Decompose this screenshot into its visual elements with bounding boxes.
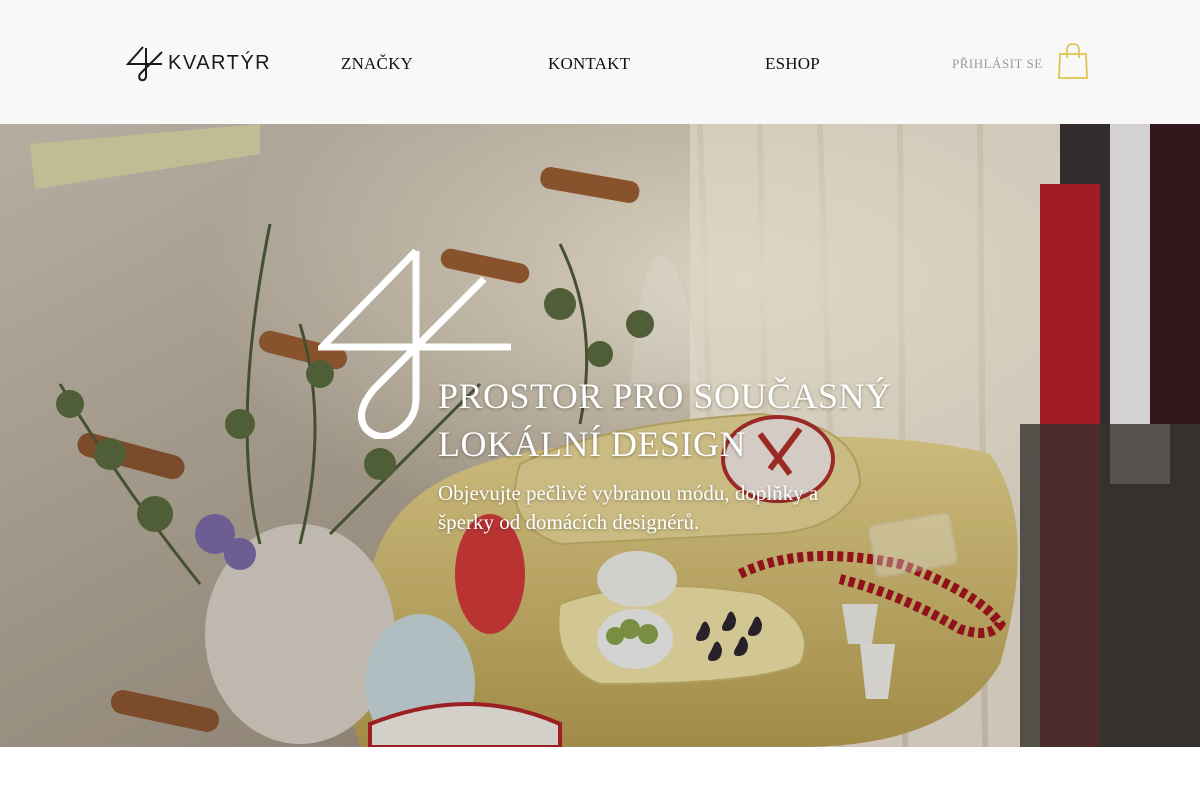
hero-title-line2: LOKÁLNÍ DESIGN	[438, 424, 746, 464]
hero-title-line1: PROSTOR PRO SOUČASNÝ	[438, 376, 892, 416]
site-header: KVARTÝR ZNAČKY KONTAKT ESHOP PŘIHLÁSIT S…	[0, 0, 1200, 124]
logo-mark-icon	[126, 46, 163, 82]
login-link[interactable]: PŘIHLÁSIT SE	[952, 56, 1043, 72]
cart-button[interactable]	[1056, 42, 1090, 80]
nav-item-znacky[interactable]: ZNAČKY	[341, 54, 413, 74]
hero-subtitle: Objevujte pečlivě vybranou módu, doplňky…	[438, 481, 819, 534]
nav-item-eshop[interactable]: ESHOP	[765, 54, 820, 74]
hero-section: PROSTOR PRO SOUČASNÝ LOKÁLNÍ DESIGN Obje…	[0, 124, 1200, 747]
hero-title: PROSTOR PRO SOUČASNÝ LOKÁLNÍ DESIGN	[438, 372, 958, 468]
shopping-bag-icon	[1058, 43, 1088, 79]
brand-name: KVARTÝR	[168, 51, 272, 74]
brand-logo[interactable]: KVARTÝR	[126, 44, 271, 82]
nav-item-kontakt[interactable]: KONTAKT	[548, 54, 630, 74]
